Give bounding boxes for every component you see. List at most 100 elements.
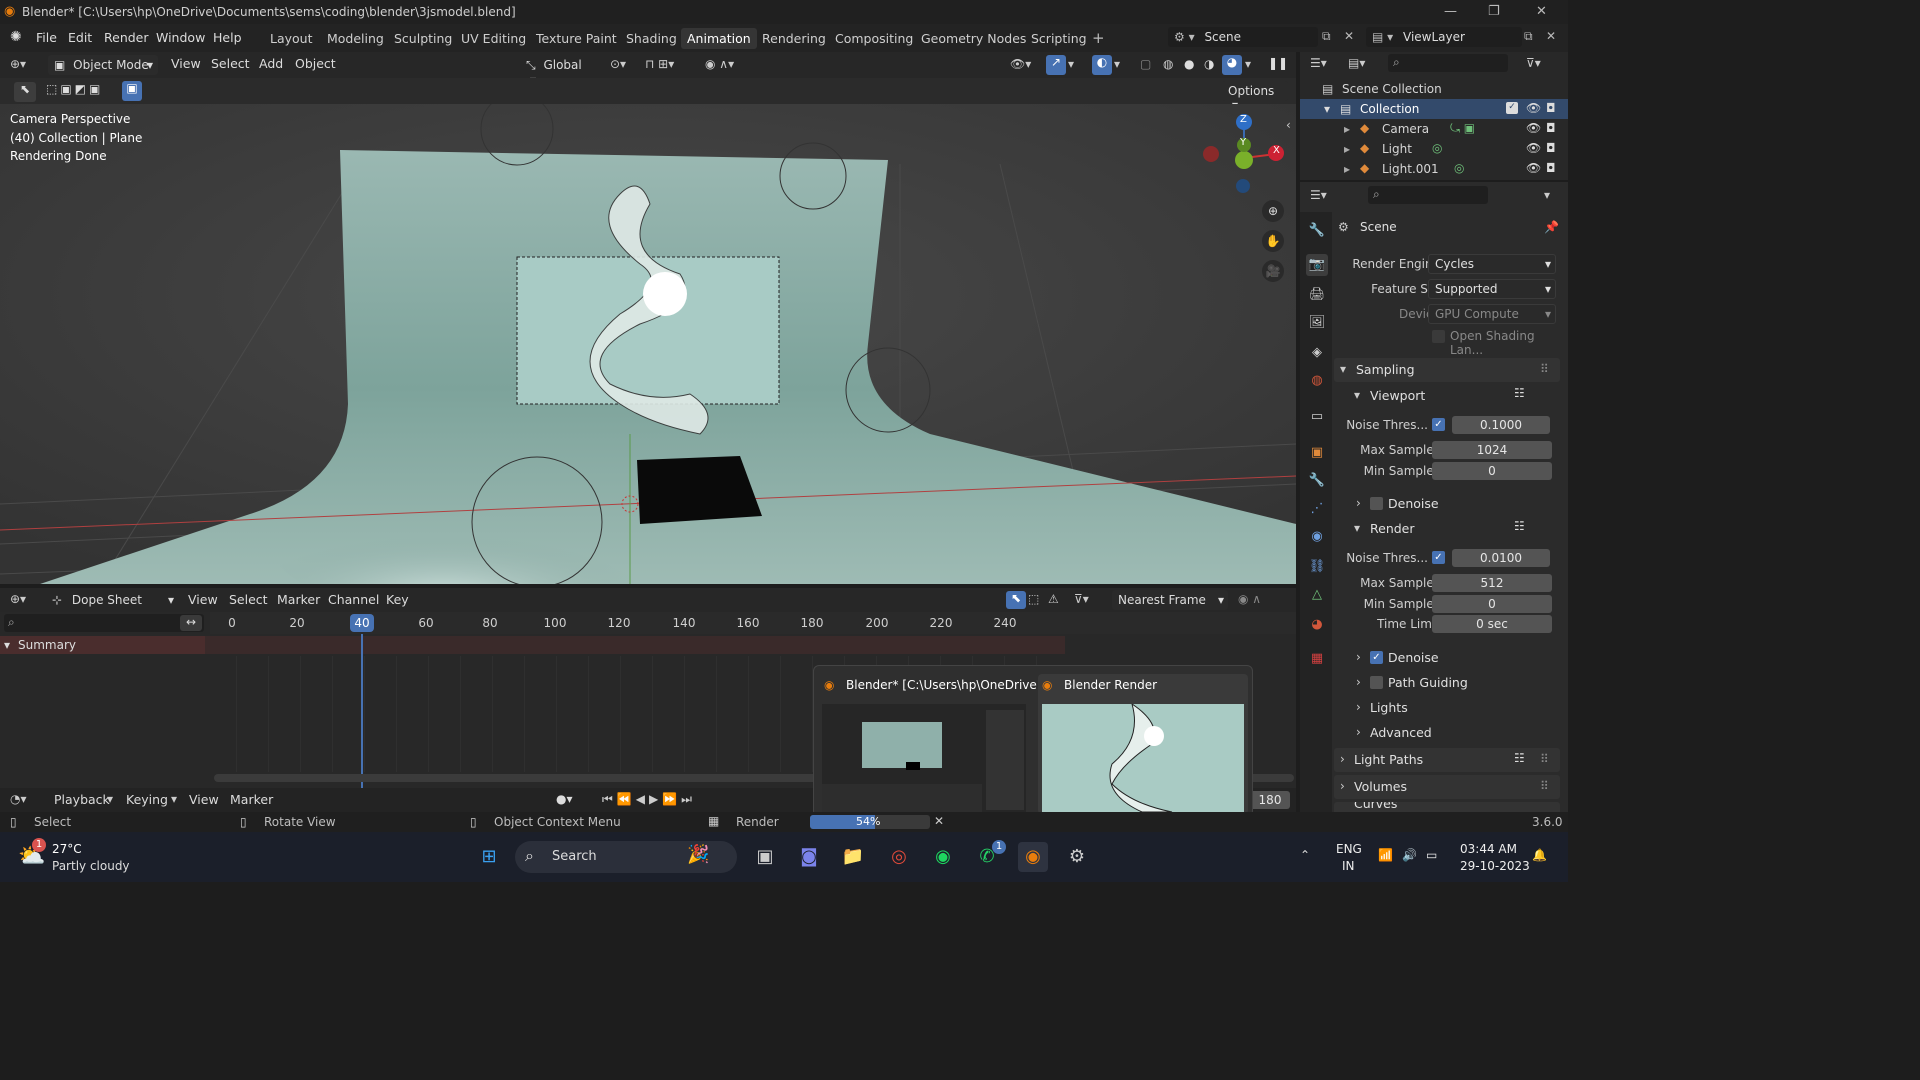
ds-menu-marker[interactable]: Marker <box>277 592 320 607</box>
chevron-down-icon[interactable]: ▾ <box>1068 57 1074 71</box>
sidebar-toggle-icon[interactable]: ‹ <box>1286 118 1291 132</box>
clock-time[interactable]: 03:44 AM <box>1460 842 1517 856</box>
maximize-icon[interactable]: ❐ <box>1488 4 1500 19</box>
camera-view-icon[interactable]: 🎥 <box>1262 260 1284 282</box>
clock-date[interactable]: 29-10-2023 <box>1460 859 1530 873</box>
render-camera-icon[interactable]: ◘ <box>1546 101 1556 115</box>
dopesheet-mode-dropdown[interactable]: ⊹ Dope Sheet ▾ <box>46 590 178 610</box>
settings-taskbar-icon[interactable]: ⚙ <box>1062 842 1092 872</box>
outliner-editor-icon[interactable]: ☰▾ <box>1310 56 1327 70</box>
tab-rendering[interactable]: Rendering <box>756 28 832 49</box>
windows-start-icon[interactable]: ⊞ <box>474 842 504 872</box>
sync-icon[interactable]: ↔ <box>180 615 202 631</box>
vp-denoise-checkbox[interactable] <box>1370 497 1383 510</box>
intersect-mode-icon[interactable]: ▣ <box>122 81 142 101</box>
drag-handle-icon[interactable]: ⠿ <box>1540 752 1549 766</box>
material-shading-icon[interactable]: ◑ <box>1204 57 1214 71</box>
tab-texture-paint[interactable]: Texture Paint <box>530 28 623 49</box>
whatsapp-taskbar[interactable]: ✆ 1 <box>972 840 1006 872</box>
vp-min-samples-field[interactable]: 0 <box>1432 462 1552 480</box>
menu-render[interactable]: Render <box>104 30 149 45</box>
weather-widget[interactable]: ⛅ 1 27°C Partly cloudy <box>16 838 136 878</box>
cancel-render-icon[interactable]: ✕ <box>934 814 944 828</box>
vp-menu-select[interactable]: Select <box>211 56 250 71</box>
modifier-tab-icon[interactable]: 🔧 <box>1306 470 1328 492</box>
playback-controls-icons[interactable]: ⏮⏪◀▶⏩⏭ <box>602 792 696 807</box>
gizmo-toggle-icon[interactable]: ↗ <box>1046 55 1066 75</box>
device-dropdown[interactable]: GPU Compute ▾ <box>1428 304 1556 324</box>
snap-icon[interactable]: ⊓ ⊞▾ <box>645 57 674 71</box>
outliner-search-input[interactable]: ⌕ <box>1388 54 1508 72</box>
filter-icon[interactable]: ⊽▾ <box>1526 56 1541 70</box>
rendered-shading-icon[interactable]: ◕ <box>1222 55 1242 75</box>
minimize-icon[interactable]: — <box>1444 4 1457 19</box>
volume-icon[interactable]: 🔊 <box>1402 848 1417 862</box>
tab-animation[interactable]: Animation <box>681 28 757 49</box>
blender-taskbar-icon[interactable]: ◉ <box>1018 842 1048 872</box>
physics-tab-icon[interactable]: ◉ <box>1306 526 1328 548</box>
new-viewlayer-icon[interactable]: ⧉ <box>1524 29 1533 44</box>
particles-tab-icon[interactable]: ⋰ <box>1306 498 1328 520</box>
options-dropdown[interactable]: Options ▾ <box>1222 81 1288 112</box>
summary-channel[interactable]: ▾ Summary <box>0 636 205 654</box>
end-frame-field[interactable]: 180 <box>1250 791 1290 809</box>
tray-overflow-icon[interactable]: ⌃ <box>1300 848 1310 862</box>
chrome-icon[interactable]: ◎ <box>884 842 914 872</box>
r-denoise-subpanel[interactable]: › ✓ Denoise <box>1334 646 1560 668</box>
presets-icon[interactable]: ☷ <box>1514 386 1525 400</box>
r-max-samples-field[interactable]: 512 <box>1432 574 1552 592</box>
ds-menu-key[interactable]: Key <box>386 592 409 607</box>
viewport-subpanel-header[interactable]: ▾ Viewport ☷ <box>1334 384 1560 406</box>
channel-search-input[interactable]: ⌕ <box>4 614 204 632</box>
menu-window[interactable]: Window <box>156 30 205 45</box>
osl-checkbox[interactable] <box>1432 330 1445 343</box>
ds-menu-channel[interactable]: Channel <box>328 592 379 607</box>
lights-subpanel[interactable]: › Lights <box>1334 696 1560 718</box>
close-icon[interactable]: ✕ <box>1536 4 1547 19</box>
path-guiding-subpanel[interactable]: › Path Guiding <box>1334 671 1560 693</box>
r-denoise-checkbox[interactable]: ✓ <box>1370 651 1383 664</box>
r-noise-checkbox[interactable]: ✓ <box>1432 551 1445 564</box>
vp-max-samples-field[interactable]: 1024 <box>1432 441 1552 459</box>
expand-arrow-icon[interactable]: ▾ <box>4 638 10 652</box>
tab-modeling[interactable]: Modeling <box>321 28 390 49</box>
timeline-editor-icon[interactable]: ◔▾ <box>10 792 27 806</box>
menu-edit[interactable]: Edit <box>68 30 92 45</box>
light-paths-panel-header[interactable]: › Light Paths ☷ ⠿ <box>1334 748 1560 772</box>
tl-menu-keying[interactable]: Keying <box>126 792 168 807</box>
outliner-collection[interactable]: ▾ ▤ Collection ✓ 👁 ◘ <box>1300 99 1568 119</box>
collection-tab-icon[interactable]: ▭ <box>1306 406 1328 428</box>
eye-icon[interactable]: 👁 <box>1526 121 1541 135</box>
expand-arrow-icon[interactable]: ▾ <box>1324 102 1330 116</box>
only-errors-icon[interactable]: ⚠ <box>1048 592 1059 606</box>
frame-ruler[interactable]: 0 20 60 80 100 120 140 160 180 200 220 2… <box>210 612 1296 634</box>
preview-render-window[interactable]: ◉ Blender Render <box>1038 674 1248 814</box>
object-tab-icon[interactable]: ▣ <box>1306 442 1328 464</box>
advanced-subpanel[interactable]: › Advanced <box>1334 721 1560 743</box>
tl-menu-marker[interactable]: Marker <box>230 792 273 807</box>
eye-icon[interactable]: 👁 <box>1526 101 1541 115</box>
navigation-gizmo[interactable]: Z X Y <box>1200 112 1290 202</box>
notification-bell-icon[interactable]: 🔔 <box>1532 848 1547 862</box>
wireframe-shading-icon[interactable]: ◍ <box>1163 57 1173 71</box>
tab-uv-editing[interactable]: UV Editing <box>455 28 532 49</box>
eye-icon[interactable]: 👁 <box>1526 141 1541 155</box>
volumes-panel-header[interactable]: › Volumes ⠿ <box>1334 775 1560 799</box>
delete-viewlayer-icon[interactable]: ✕ <box>1546 29 1556 43</box>
pause-render-icon[interactable]: ❚❚ <box>1268 56 1288 70</box>
wifi-icon[interactable]: 📶 <box>1378 848 1393 862</box>
solid-shading-icon[interactable]: ● <box>1184 57 1194 71</box>
zoom-icon[interactable]: ⊕ <box>1262 200 1284 222</box>
taskbar-search-box[interactable]: ⌕ Search 🎉 <box>515 841 737 873</box>
eye-icon[interactable]: 👁 <box>1526 161 1541 175</box>
ds-proportional-icon[interactable]: ◉ ∧ <box>1238 592 1261 606</box>
proportional-edit-icon[interactable]: ◉ ∧▾ <box>705 57 734 71</box>
tab-compositing[interactable]: Compositing <box>829 28 919 49</box>
select-tool-icon[interactable]: ⬉ <box>14 82 36 102</box>
drag-handle-icon[interactable]: ⠿ <box>1540 362 1549 376</box>
object-mode-dropdown[interactable]: ▣ Object Mode ▾ <box>48 55 158 75</box>
battery-icon[interactable]: ▭ <box>1426 848 1437 862</box>
only-selected-icon[interactable]: ⬉ <box>1006 591 1026 609</box>
output-tab-icon[interactable]: 🖨 <box>1306 284 1328 306</box>
outliner-scene-collection[interactable]: ▤ Scene Collection <box>1300 79 1568 99</box>
